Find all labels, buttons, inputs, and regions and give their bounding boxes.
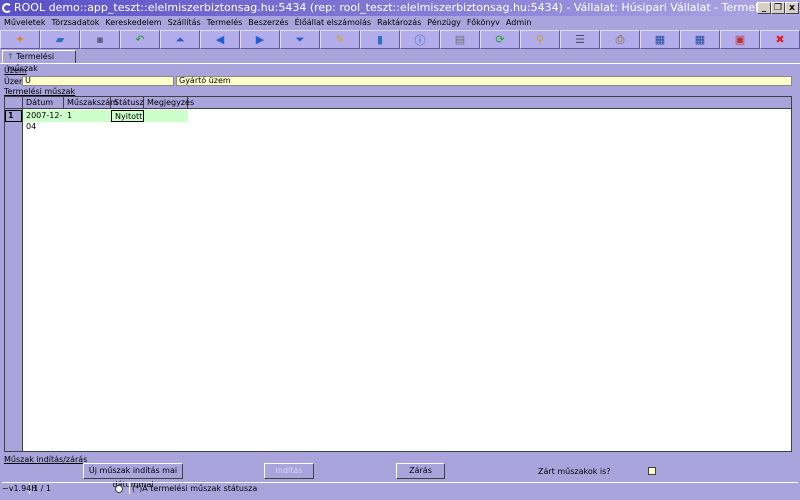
refresh-button[interactable]: ⟳ — [480, 30, 520, 49]
row-header-column: 1 — [5, 109, 23, 451]
menu-item-8[interactable]: Pénzügy — [427, 16, 461, 29]
open-button[interactable]: ▰ — [40, 30, 80, 49]
delete-button[interactable]: ▮ — [360, 30, 400, 49]
column-header-datum[interactable]: Dátum — [23, 97, 64, 109]
import-button[interactable]: ▦ — [680, 30, 720, 49]
menu-item-5[interactable]: Beszerzés — [248, 16, 288, 29]
next-icon: ▶ — [255, 33, 265, 46]
toolbar: ✦ ▰ ▪ ↶ ⏶ ◀ ▶ ⏷ ✎ ▮ ⓘ ▤ ⟳ ⚲ ☰ ⎙ ▦ ▦ ▣ ✖ — [0, 30, 800, 49]
menu-item-10[interactable]: Admin — [506, 16, 532, 29]
column-header-megjegyzes[interactable]: Megjegyzés — [144, 97, 194, 109]
print-icon: ⎙ — [615, 32, 625, 46]
cell-megjegyzes[interactable] — [144, 110, 188, 122]
next-button[interactable]: ▶ — [240, 30, 280, 49]
app-icon — [2, 3, 12, 13]
record-counter: 1 / 1 — [33, 484, 51, 493]
close-shift-button[interactable]: Zárás — [396, 463, 445, 479]
menu-item-9[interactable]: Főkönyv — [467, 16, 500, 29]
info-button[interactable]: ⓘ — [400, 30, 440, 49]
prev-icon: ◀ — [215, 33, 225, 46]
menu-item-3[interactable]: Szállítás — [168, 16, 201, 29]
cell-muszakszam[interactable]: 1 — [64, 110, 111, 122]
window-title: ROOL demo::app_teszt::elelmiszerbiztonsa… — [14, 1, 800, 14]
list-button[interactable]: ☰ — [560, 30, 600, 49]
edit-button[interactable]: ✎ — [320, 30, 360, 49]
form-button[interactable]: ▤ — [440, 30, 480, 49]
menu-item-4[interactable]: Termelés — [207, 16, 243, 29]
column-header-statusz[interactable]: Státusz — [111, 97, 144, 109]
closed-shifts-checkbox[interactable] — [648, 467, 656, 475]
list-icon: ☰ — [575, 33, 585, 46]
column-header-muszakszam[interactable]: Műszakszám — [64, 97, 118, 109]
tab-termelesi-muszak[interactable]: ↑ Termelési műszak — [2, 50, 76, 73]
prev-button[interactable]: ◀ — [200, 30, 240, 49]
menu-bar: Műveletek Törzsadatok Kereskedelem Szállítá… — [0, 16, 800, 29]
undo-button[interactable]: ↶ — [120, 30, 160, 49]
new-shift-button[interactable]: Új műszak indítás mai dátummal — [83, 463, 183, 489]
undo-icon: ↶ — [135, 33, 145, 46]
export-button[interactable]: ▦ — [640, 30, 680, 49]
search-icon: ⚲ — [535, 33, 545, 46]
exit-button[interactable]: ✖ — [760, 30, 800, 49]
edit-icon: ✎ — [335, 33, 345, 46]
grid-corner — [5, 97, 23, 109]
cell-statusz[interactable]: Nyitott — [111, 110, 144, 122]
start-button[interactable]: Indítás — [264, 463, 314, 479]
save-icon: ▪ — [96, 33, 104, 46]
save-button[interactable]: ▪ — [80, 30, 120, 49]
grid-section-label: Termelési műszak — [4, 87, 76, 96]
close-button[interactable]: x — [785, 2, 799, 14]
first-icon: ⏶ — [175, 32, 185, 46]
search-button[interactable]: ⚲ — [520, 30, 560, 49]
print-button[interactable]: ⎙ — [600, 30, 640, 49]
title-bar: ROOL demo::app_teszt::elelmiszerbiztonsa… — [0, 0, 800, 16]
uzem-section-label: Üzem — [4, 66, 27, 75]
exit-icon: ✖ — [775, 33, 785, 46]
status-radio[interactable] — [115, 485, 123, 493]
menu-item-6[interactable]: Élőállat elszámolás — [295, 16, 372, 29]
menu-item-0[interactable]: Műveletek — [4, 16, 45, 29]
row-number[interactable]: 1 — [5, 110, 22, 122]
delete-icon: ▮ — [376, 33, 384, 46]
minimize-button[interactable]: _ — [757, 2, 771, 14]
export-icon: ▦ — [654, 33, 666, 46]
status-bar: ~v1.94H 1 / 1 (*)A termelési műszak stát… — [2, 482, 798, 494]
tab-icon: ↑ — [7, 52, 14, 61]
tab-divider — [0, 63, 800, 64]
version-label: ~v1.94H — [2, 483, 38, 494]
menu-item-1[interactable]: Törzsadatok — [51, 16, 99, 29]
menu-item-7[interactable]: Raktározás — [377, 16, 421, 29]
status-hint: (*)A termelési műszak státusza — [129, 483, 257, 494]
first-button[interactable]: ⏶ — [160, 30, 200, 49]
open-icon: ▰ — [55, 33, 65, 46]
shift-grid: Dátum Műszakszám Státusz Megjegyzés 1 20… — [4, 96, 792, 452]
grid-header: Dátum Műszakszám Státusz Megjegyzés — [5, 97, 791, 109]
refresh-icon: ⟳ — [495, 33, 505, 46]
new-icon: ✦ — [15, 33, 25, 46]
last-icon: ⏷ — [295, 32, 305, 46]
uzem-code-field[interactable]: U — [22, 76, 174, 86]
closed-shifts-label: Zárt műszakok is? — [538, 467, 611, 476]
new-button[interactable]: ✦ — [0, 30, 40, 49]
layout-button[interactable]: ▣ — [720, 30, 760, 49]
cell-datum[interactable]: 2007-12-04 — [23, 110, 64, 131]
uzem-name-field[interactable]: Gyártó üzem — [176, 76, 792, 86]
last-button[interactable]: ⏷ — [280, 30, 320, 49]
import-icon: ▦ — [694, 33, 706, 46]
restore-button[interactable]: ❐ — [771, 2, 785, 14]
menu-item-2[interactable]: Kereskedelem — [105, 16, 161, 29]
bottom-section-label: Műszak indítás/zárás — [4, 455, 88, 464]
layout-icon: ▣ — [734, 33, 746, 46]
info-icon: ⓘ — [414, 33, 426, 47]
form-icon: ▤ — [454, 33, 466, 46]
